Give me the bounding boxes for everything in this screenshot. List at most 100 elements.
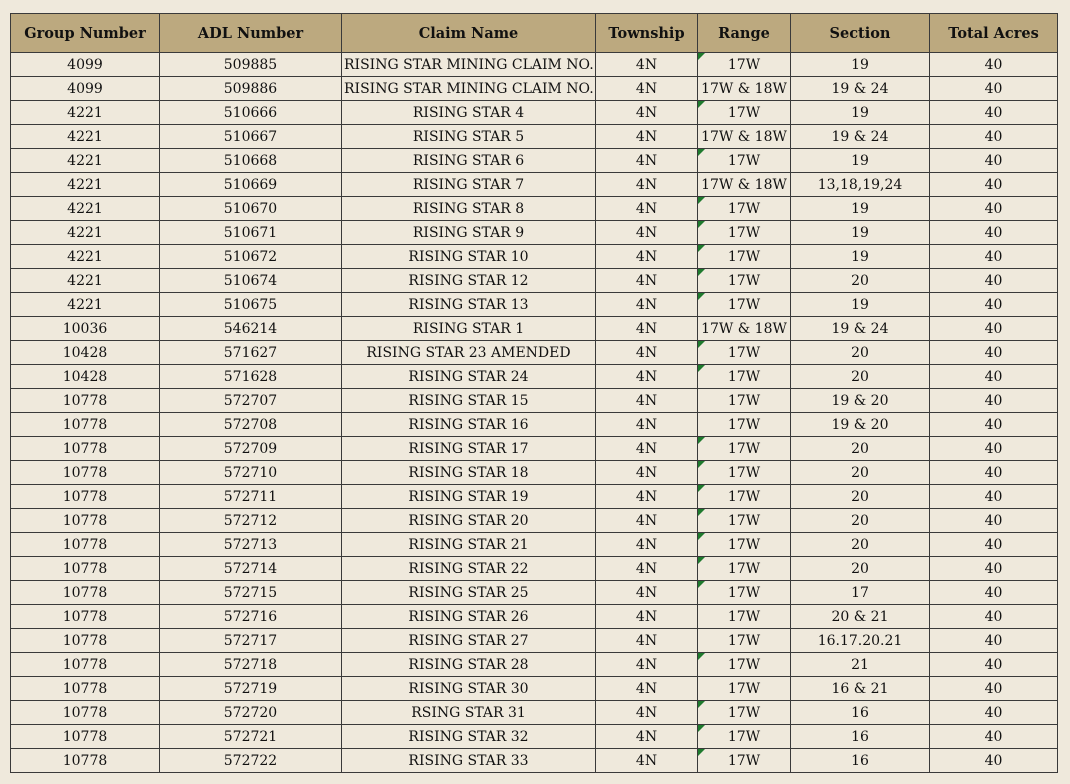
cell-section: 19 [790, 100, 930, 125]
cell-section: 19 [790, 292, 930, 317]
cell-adl-number: 546214 [159, 316, 342, 341]
table-row[interactable]: 4221 510674 RISING STAR 12 4N 17W 20 40 [10, 268, 1058, 293]
table-row[interactable]: 10778 572712 RISING STAR 20 4N 17W 20 40 [10, 508, 1058, 533]
claims-table: Group Number ADL Number Claim Name Towns… [10, 13, 1058, 773]
table-row[interactable]: 4221 510671 RISING STAR 9 4N 17W 19 40 [10, 220, 1058, 245]
cell-section: 19 & 24 [790, 76, 930, 101]
cell-claim-name: RISING STAR 24 [341, 364, 596, 389]
cell-claim-name: RISING STAR MINING CLAIM NO. 2 [341, 52, 596, 77]
table-row[interactable]: 4099 509886 RISING STAR MINING CLAIM NO. 3… [10, 76, 1058, 101]
table-row[interactable]: 10778 572714 RISING STAR 22 4N 17W 20 40 [10, 556, 1058, 581]
header-township[interactable]: Township [595, 13, 698, 53]
header-group-number[interactable]: Group Number [10, 13, 160, 53]
cell-total-acres: 40 [929, 676, 1058, 701]
table-row[interactable]: 4221 510670 RISING STAR 8 4N 17W 19 40 [10, 196, 1058, 221]
header-section[interactable]: Section [790, 13, 930, 53]
cell-adl-number: 572714 [159, 556, 342, 581]
cell-range: 17W & 18W [697, 76, 791, 101]
table-row[interactable]: 10778 572707 RISING STAR 15 4N 17W 19 & 20 40 [10, 388, 1058, 413]
cell-group-number: 10428 [10, 340, 160, 365]
cell-township: 4N [595, 100, 698, 125]
cell-section: 19 & 20 [790, 412, 930, 437]
cell-group-number: 10778 [10, 388, 160, 413]
cell-range-with-comment-marker: 17W [697, 52, 791, 77]
table-row[interactable]: 4221 510666 RISING STAR 4 4N 17W 19 40 [10, 100, 1058, 125]
cell-total-acres: 40 [929, 268, 1058, 293]
cell-township: 4N [595, 316, 698, 341]
table-row[interactable]: 10778 572718 RISING STAR 28 4N 17W 21 40 [10, 652, 1058, 677]
cell-group-number: 10036 [10, 316, 160, 341]
cell-claim-name: RISING STAR 19 [341, 484, 596, 509]
cell-section: 19 & 24 [790, 316, 930, 341]
table-row[interactable]: 10778 572721 RISING STAR 32 4N 17W 16 40 [10, 724, 1058, 749]
cell-total-acres: 40 [929, 580, 1058, 605]
cell-group-number: 10778 [10, 700, 160, 725]
table-row[interactable]: 10778 572709 RISING STAR 17 4N 17W 20 40 [10, 436, 1058, 461]
cell-total-acres: 40 [929, 244, 1058, 269]
cell-range: 17W & 18W [697, 172, 791, 197]
table-row[interactable]: 4221 510672 RISING STAR 10 4N 17W 19 40 [10, 244, 1058, 269]
table-row[interactable]: 10778 572722 RISING STAR 33 4N 17W 16 40 [10, 748, 1058, 773]
cell-range-with-comment-marker: 17W [697, 340, 791, 365]
cell-group-number: 4099 [10, 76, 160, 101]
cell-total-acres: 40 [929, 316, 1058, 341]
cell-section: 19 [790, 220, 930, 245]
cell-range-with-comment-marker: 17W [697, 364, 791, 389]
cell-township: 4N [595, 508, 698, 533]
cell-group-number: 4221 [10, 244, 160, 269]
cell-range-with-comment-marker: 17W [697, 244, 791, 269]
table-row[interactable]: 10778 572708 RISING STAR 16 4N 17W 19 & 20 40 [10, 412, 1058, 437]
cell-total-acres: 40 [929, 148, 1058, 173]
cell-section: 19 [790, 148, 930, 173]
cell-claim-name: RISING STAR 6 [341, 148, 596, 173]
cell-adl-number: 572712 [159, 508, 342, 533]
table-row[interactable]: 10778 572710 RISING STAR 18 4N 17W 20 40 [10, 460, 1058, 485]
header-range[interactable]: Range [697, 13, 791, 53]
cell-adl-number: 510674 [159, 268, 342, 293]
header-total-acres[interactable]: Total Acres [929, 13, 1058, 53]
table-row[interactable]: 10428 571627 RISING STAR 23 AMENDED 4N 17W 20… [10, 340, 1058, 365]
cell-group-number: 10778 [10, 748, 160, 773]
cell-adl-number: 509886 [159, 76, 342, 101]
header-row: Group Number ADL Number Claim Name Towns… [10, 13, 1058, 53]
table-row[interactable]: 4221 510675 RISING STAR 13 4N 17W 19 40 [10, 292, 1058, 317]
cell-township: 4N [595, 76, 698, 101]
table-row[interactable]: 10778 572715 RISING STAR 25 4N 17W 17 40 [10, 580, 1058, 605]
cell-group-number: 4221 [10, 220, 160, 245]
cell-township: 4N [595, 388, 698, 413]
cell-total-acres: 40 [929, 724, 1058, 749]
cell-adl-number: 510668 [159, 148, 342, 173]
cell-township: 4N [595, 52, 698, 77]
cell-adl-number: 572710 [159, 460, 342, 485]
cell-claim-name: RISING STAR 17 [341, 436, 596, 461]
cell-section: 20 [790, 364, 930, 389]
table-row[interactable]: 10778 572711 RISING STAR 19 4N 17W 20 40 [10, 484, 1058, 509]
cell-section: 19 [790, 196, 930, 221]
header-adl-number[interactable]: ADL Number [159, 13, 342, 53]
cell-group-number: 10778 [10, 580, 160, 605]
table-row[interactable]: 4221 510668 RISING STAR 6 4N 17W 19 40 [10, 148, 1058, 173]
table-row[interactable]: 10428 571628 RISING STAR 24 4N 17W 20 40 [10, 364, 1058, 389]
cell-group-number: 10778 [10, 628, 160, 653]
table-row[interactable]: 4221 510667 RISING STAR 5 4N 17W & 18W 19 & 2… [10, 124, 1058, 149]
cell-township: 4N [595, 172, 698, 197]
table-row[interactable]: 10778 572713 RISING STAR 21 4N 17W 20 40 [10, 532, 1058, 557]
cell-group-number: 4221 [10, 100, 160, 125]
table-row[interactable]: 4099 509885 RISING STAR MINING CLAIM NO. 2… [10, 52, 1058, 77]
table-row[interactable]: 4221 510669 RISING STAR 7 4N 17W & 18W 13,18,… [10, 172, 1058, 197]
cell-section: 16 [790, 748, 930, 773]
table-row[interactable]: 10778 572720 RSING STAR 31 4N 17W 16 40 [10, 700, 1058, 725]
cell-claim-name: RISING STAR 27 [341, 628, 596, 653]
cell-section: 19 [790, 244, 930, 269]
cell-total-acres: 40 [929, 652, 1058, 677]
table-row[interactable]: 10778 572719 RISING STAR 30 4N 17W 16 & 21 40 [10, 676, 1058, 701]
cell-group-number: 10778 [10, 604, 160, 629]
table-row[interactable]: 10778 572717 RISING STAR 27 4N 17W 16.17.20.2… [10, 628, 1058, 653]
table-row[interactable]: 10036 546214 RISING STAR 1 4N 17W & 18W 19 & … [10, 316, 1058, 341]
cell-range: 17W [697, 388, 791, 413]
table-row[interactable]: 10778 572716 RISING STAR 26 4N 17W 20 & 21 40 [10, 604, 1058, 629]
cell-adl-number: 572709 [159, 436, 342, 461]
header-claim-name[interactable]: Claim Name [341, 13, 596, 53]
cell-section: 20 [790, 268, 930, 293]
cell-range-with-comment-marker: 17W [697, 484, 791, 509]
